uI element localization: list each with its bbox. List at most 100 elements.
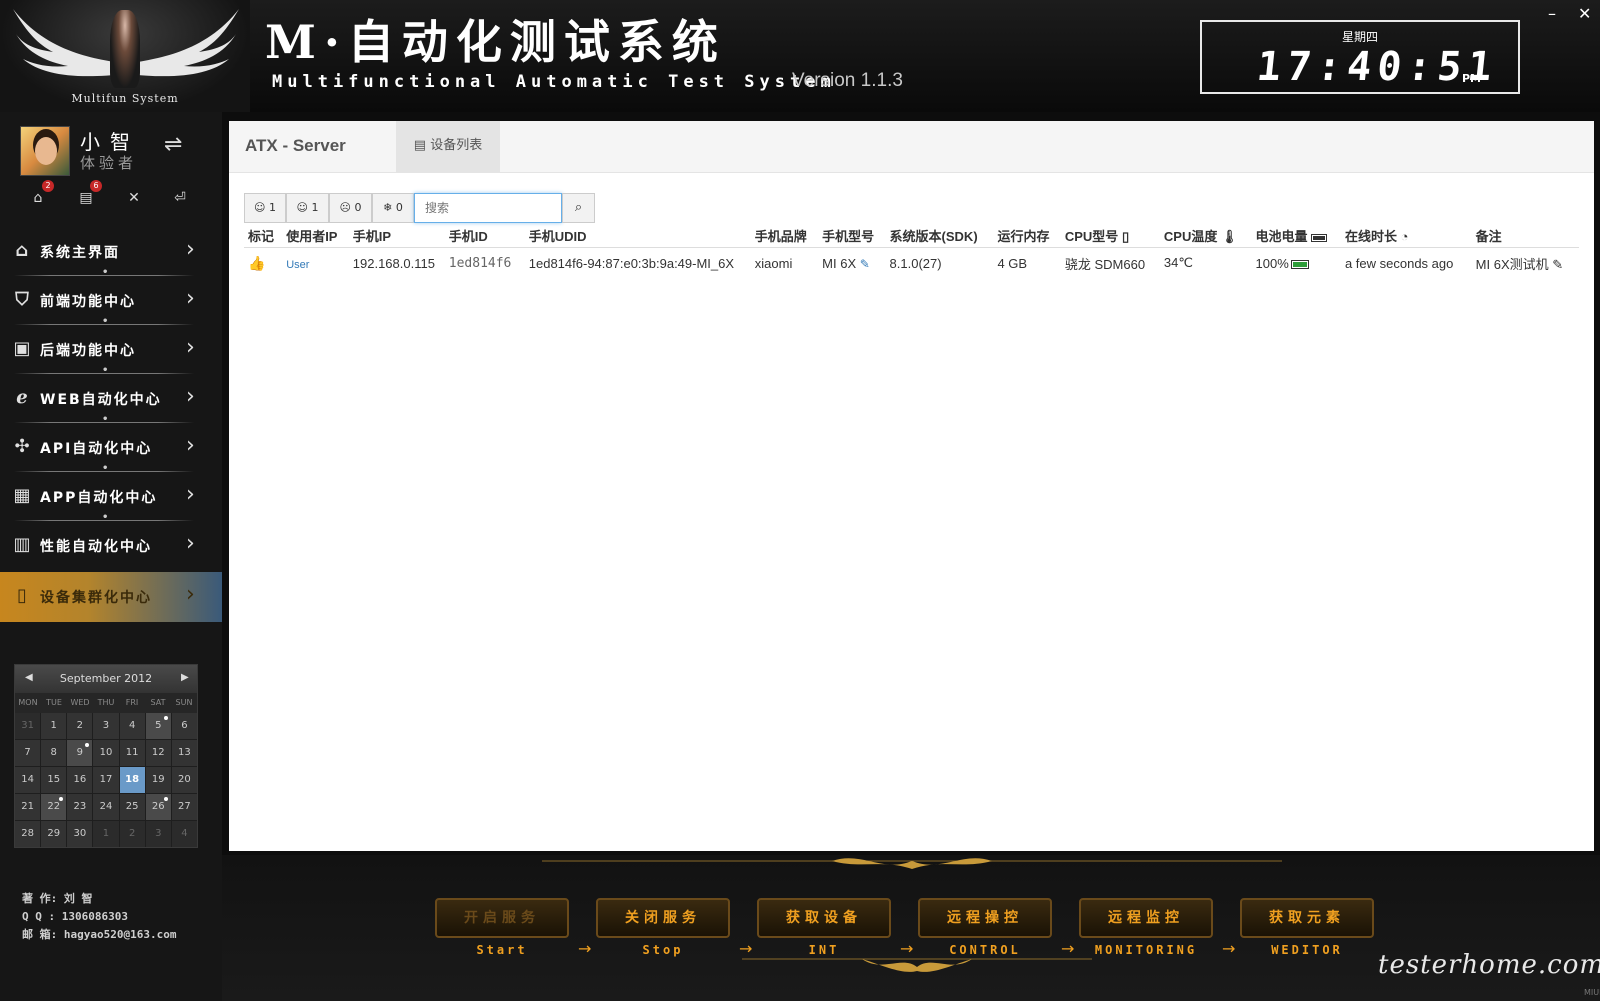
chevron-right-icon: › — [186, 237, 197, 262]
calendar-day[interactable]: 17 — [93, 767, 119, 793]
col-cpu[interactable]: CPU型号 ▯ — [1060, 225, 1160, 248]
remote-control-button[interactable]: 远程操控 — [918, 898, 1052, 938]
filter-offline-button[interactable]: ☹ 0 — [329, 193, 372, 223]
col-brand[interactable]: 手机品牌 — [750, 225, 819, 248]
calendar-day[interactable]: 2 — [119, 821, 145, 847]
col-udid[interactable]: 手机UDID — [524, 225, 751, 248]
calendar-day[interactable]: 4 — [119, 713, 145, 739]
control-label: CONTROL — [949, 943, 1021, 957]
cell-mark[interactable]: 👍 — [244, 247, 282, 279]
start-label: Start — [476, 943, 528, 957]
calendar-day[interactable]: 14 — [15, 767, 41, 793]
side-menu: ⌂ 系统主界面 › ⛉ 前端功能中心 › ▣ 后端功能中心 › ℯ WEB自动化… — [0, 227, 222, 622]
calendar-day[interactable]: 12 — [145, 740, 171, 766]
edit-icon[interactable]: ✎ — [860, 257, 870, 271]
menu-item-app[interactable]: ▦ APP自动化中心 › — [0, 472, 222, 523]
minimize-button[interactable]: – — [1548, 4, 1556, 23]
col-temp[interactable]: CPU温度 🌡 — [1159, 225, 1252, 248]
calendar-day[interactable]: 8 — [41, 740, 67, 766]
int-label: INT — [808, 943, 840, 957]
next-month-icon[interactable]: ▶ — [181, 672, 189, 683]
avatar[interactable] — [20, 126, 70, 176]
stop-service-button[interactable]: 关闭服务 — [596, 898, 730, 938]
user-panel: 小智 体验者 ⇌ ⌂ 2 ▤ 6 ✕ ⏎ — [0, 112, 222, 222]
remote-monitor-button[interactable]: 远程监控 — [1079, 898, 1213, 938]
calendar-day[interactable]: 29 — [41, 821, 67, 847]
calendar-day[interactable]: 15 — [41, 767, 67, 793]
calendar-day[interactable]: 19 — [145, 767, 171, 793]
cell-cpu: 骁龙 SDM660 — [1064, 256, 1146, 272]
calendar-day[interactable]: 2 — [67, 713, 93, 739]
calendar-day[interactable]: 3 — [145, 821, 171, 847]
get-elements-button[interactable]: 获取元素 — [1240, 898, 1374, 938]
col-mark[interactable]: 标记 — [244, 225, 283, 248]
exit-icon[interactable]: ⏎ — [170, 188, 190, 208]
calendar-day[interactable]: 31 — [15, 713, 41, 739]
col-model[interactable]: 手机型号 — [818, 225, 886, 248]
col-user-ip[interactable]: 使用者IP — [282, 225, 349, 248]
calendar-day[interactable]: 20 — [171, 767, 197, 793]
menu-item-frontend[interactable]: ⛉ 前端功能中心 › — [0, 276, 222, 327]
calendar-day[interactable]: 4 — [171, 821, 197, 847]
sidebar: 小智 体验者 ⇌ ⌂2 ▤6 ✕ ⏎ ⌂ 系统主界面 › ⛉ 前端功能中心 › … — [0, 112, 222, 1001]
calendar-day[interactable]: 16 — [67, 767, 93, 793]
menu-label: 系统主界面 — [40, 245, 120, 261]
col-memory[interactable]: 运行内存 — [993, 225, 1061, 248]
cell-user-ip[interactable]: User — [282, 247, 349, 279]
calendar-day[interactable]: 23 — [67, 794, 93, 820]
search-input[interactable] — [414, 193, 562, 223]
menu-item-device-cluster[interactable]: ▯ 设备集群化中心 › — [0, 572, 222, 622]
battery-icon — [1311, 233, 1328, 242]
close-button[interactable]: ✕ — [1578, 4, 1591, 23]
calendar-day[interactable]: 3 — [93, 713, 119, 739]
calendar-day[interactable]: 25 — [119, 794, 145, 820]
col-online[interactable]: 在线时长 ◔ — [1340, 225, 1472, 248]
calendar-day[interactable]: 30 — [67, 821, 93, 847]
table-row[interactable]: 👍 User 192.168.0.115 1ed814f6 1ed814f6-9… — [244, 247, 1579, 279]
col-phone-ip[interactable]: 手机IP — [348, 225, 445, 248]
calendar-day[interactable]: 11 — [119, 740, 145, 766]
col-sdk[interactable]: 系统版本(SDK) — [885, 225, 994, 248]
app-header: Multifun System M·自动化测试系统 Multifunctiona… — [0, 0, 1600, 112]
calendar-day[interactable]: 13 — [171, 740, 197, 766]
tools-icon[interactable]: ✕ — [124, 188, 144, 208]
menu-item-performance[interactable]: ▥ 性能自动化中心 › — [0, 521, 222, 570]
calendar-day[interactable]: 5 — [145, 713, 171, 739]
menu-item-api[interactable]: ✣ API自动化中心 › — [0, 423, 222, 474]
document-icon[interactable]: ▤ 6 — [76, 180, 102, 208]
get-devices-button[interactable]: 获取设备 — [757, 898, 891, 938]
col-phone-id[interactable]: 手机ID — [444, 225, 525, 248]
filter-idle-button[interactable]: ☺ 1 — [244, 193, 286, 223]
ie-icon: ℯ — [16, 387, 30, 408]
ornament-top-icon — [542, 858, 1282, 869]
calendar-day[interactable]: 24 — [93, 794, 119, 820]
calendar-day[interactable]: 28 — [15, 821, 41, 847]
calendar-day[interactable]: 21 — [15, 794, 41, 820]
menu-item-web[interactable]: ℯ WEB自动化中心 › — [0, 374, 222, 425]
chevron-right-icon: › — [186, 384, 197, 409]
col-note[interactable]: 备注 — [1471, 225, 1579, 248]
search-button[interactable]: ⌕ — [562, 193, 595, 223]
calendar-day[interactable]: 9 — [67, 740, 93, 766]
calendar-day[interactable]: 27 — [171, 794, 197, 820]
calendar-day[interactable]: 1 — [41, 713, 67, 739]
tab-device-list[interactable]: ▤ 设备列表 — [396, 121, 500, 173]
arrow-right-icon: → — [1222, 939, 1236, 958]
calendar-day[interactable]: 22 — [41, 794, 67, 820]
col-battery[interactable]: 电池电量 — [1251, 225, 1341, 248]
calendar-day[interactable]: 10 — [93, 740, 119, 766]
menu-item-backend[interactable]: ▣ 后端功能中心 › — [0, 325, 222, 376]
calendar-day[interactable]: 26 — [145, 794, 171, 820]
filter-busy-button[interactable]: ☺ 1 — [286, 193, 329, 223]
menu-item-home[interactable]: ⌂ 系统主界面 › — [0, 227, 222, 278]
calendar-day[interactable]: 18 — [119, 767, 145, 793]
inbox-icon[interactable]: ⌂ 2 — [28, 180, 54, 208]
user-link[interactable]: User — [286, 259, 309, 271]
calendar-day[interactable]: 6 — [171, 713, 197, 739]
calendar-day[interactable]: 1 — [93, 821, 119, 847]
edit-note-icon[interactable]: ✎ — [1552, 257, 1563, 272]
start-service-button[interactable]: 开启服务 — [435, 898, 569, 938]
switch-user-icon[interactable]: ⇌ — [164, 132, 182, 157]
calendar-day[interactable]: 7 — [15, 740, 41, 766]
filter-frozen-button[interactable]: ❄ 0 — [372, 193, 414, 223]
